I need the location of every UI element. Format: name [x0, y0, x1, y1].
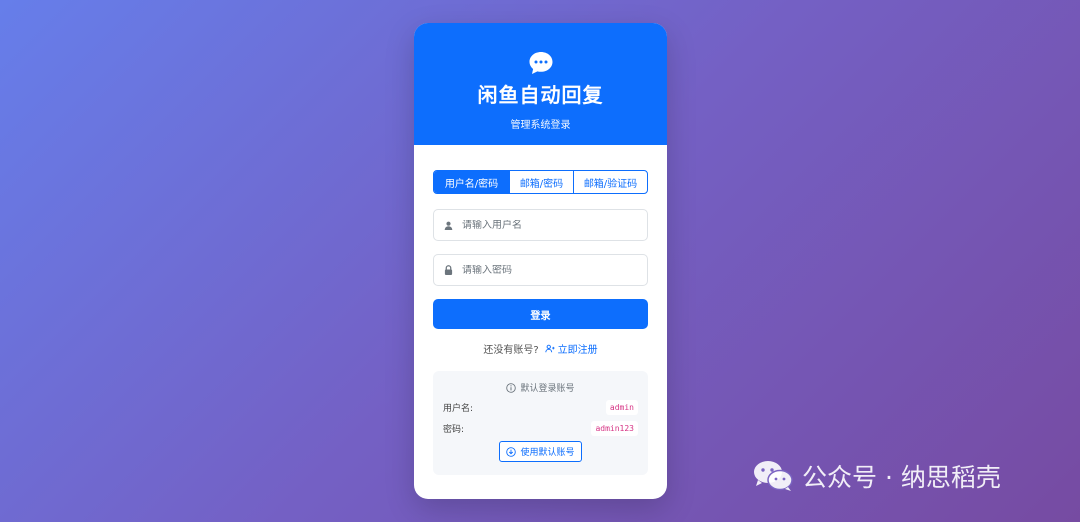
login-header: 闲鱼自动回复 管理系统登录: [414, 23, 667, 145]
login-button[interactable]: 登录: [433, 299, 648, 329]
tab-email-code[interactable]: 邮箱/验证码: [573, 171, 647, 193]
tab-email-password[interactable]: 邮箱/密码: [509, 171, 573, 193]
default-password-label: 密码:: [443, 425, 465, 435]
info-icon: [506, 382, 517, 393]
register-prompt: 还没有账号?: [483, 345, 539, 356]
default-username-row: 用户名: admin: [443, 400, 638, 415]
password-input[interactable]: [462, 264, 647, 276]
login-card: 闲鱼自动回复 管理系统登录 用户名/密码 邮箱/密码 邮箱/验证码 请输入用户名…: [414, 23, 667, 499]
tab-username-password[interactable]: 用户名/密码: [434, 171, 509, 193]
login-method-tabs: 用户名/密码 邮箱/密码 邮箱/验证码: [433, 170, 648, 194]
use-default-account-button[interactable]: 使用默认账号: [499, 441, 582, 462]
watermark: 公众号 · 纳思稻壳: [752, 458, 1001, 494]
chat-bubble-icon: [529, 52, 552, 74]
default-account-title: 默认登录账号: [443, 381, 638, 394]
register-link[interactable]: 立即注册: [545, 341, 598, 356]
wechat-icon: [754, 461, 793, 491]
user-plus-icon: [545, 344, 555, 353]
default-username-label: 用户名:: [443, 404, 474, 414]
default-account-title-text: 默认登录账号: [520, 384, 575, 394]
username-input[interactable]: [462, 219, 647, 231]
default-username-value: admin: [605, 400, 638, 415]
register-link-label: 立即注册: [557, 345, 598, 356]
download-circle-icon: [506, 446, 517, 457]
app-subtitle: 管理系统登录: [510, 120, 571, 131]
watermark-text: 公众号 · 纳思稻壳: [802, 463, 1001, 492]
username-field: [433, 209, 648, 241]
default-account-panel: 默认登录账号 用户名: admin 密码: admin123 使用默认账号: [433, 371, 648, 475]
app-title: 闲鱼自动回复: [477, 83, 604, 107]
password-field: [433, 254, 648, 286]
user-icon: [434, 221, 462, 230]
default-password-value: admin123: [591, 421, 638, 436]
default-password-row: 密码: admin123: [443, 421, 638, 436]
lock-icon: [434, 265, 462, 275]
use-default-account-label: 使用默认账号: [520, 448, 575, 458]
register-row: 还没有账号? 立即注册: [433, 341, 648, 356]
